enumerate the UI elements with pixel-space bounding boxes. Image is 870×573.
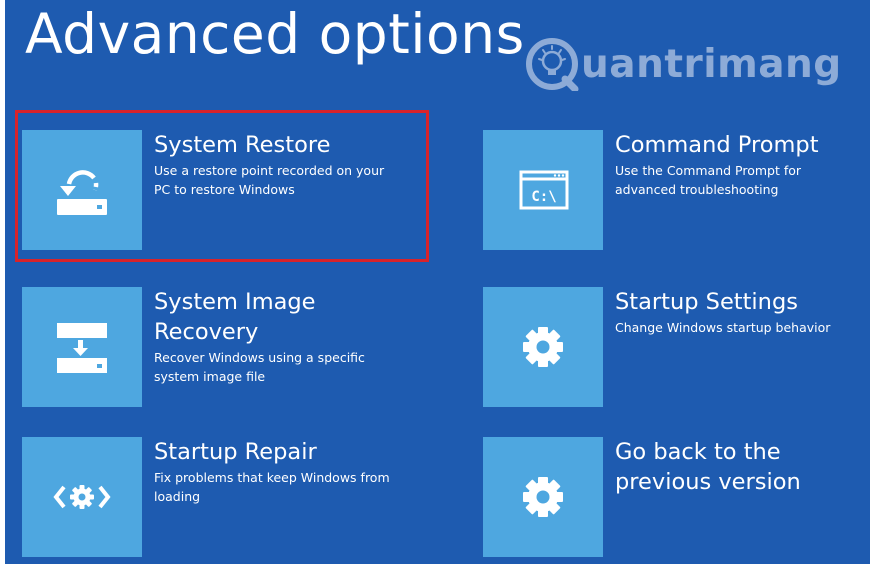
advanced-options-screen: Advanced options uantrimang System Resto…	[5, 0, 870, 564]
option-tile	[22, 437, 142, 557]
option-go-back-previous-version[interactable]: Go back to the previous version	[483, 437, 863, 559]
option-command-prompt[interactable]: C:\ Command Prompt Use the Command Promp…	[483, 130, 863, 252]
startup-repair-icon	[53, 485, 111, 509]
page-title: Advanced options	[25, 2, 525, 66]
option-text: System Restore Use a restore point recor…	[154, 130, 384, 199]
option-tile: C:\	[483, 130, 603, 250]
option-tile	[483, 287, 603, 407]
option-description-line: Use the Command Prompt for	[615, 163, 802, 178]
option-tile	[483, 437, 603, 557]
option-description-line: advanced troubleshooting	[615, 182, 779, 197]
option-description: Fix problems that keep Windows from load…	[154, 468, 390, 506]
option-description: Recover Windows using a specific system …	[154, 348, 365, 386]
option-description-line: system image file	[154, 369, 266, 384]
option-description-line: Recover Windows using a specific	[154, 350, 365, 365]
option-system-image-recovery[interactable]: System Image Recovery Recover Windows us…	[22, 287, 427, 409]
system-image-recovery-icon	[57, 323, 107, 373]
option-title: System Image Recovery	[154, 287, 365, 347]
option-title: Go back to the previous version	[615, 437, 801, 497]
option-description: Use a restore point recorded on your PC …	[154, 161, 384, 199]
option-text: System Image Recovery Recover Windows us…	[154, 287, 365, 386]
option-tile	[22, 287, 142, 407]
option-description-line: Change Windows startup behavior	[615, 320, 831, 335]
option-description-line: PC to restore Windows	[154, 182, 295, 197]
option-title: Startup Repair	[154, 439, 317, 465]
option-title-line: previous version	[615, 469, 801, 495]
option-description: Change Windows startup behavior	[615, 318, 830, 337]
option-system-restore[interactable]: System Restore Use a restore point recor…	[22, 130, 427, 252]
option-title-line: System Image	[154, 289, 316, 315]
option-text: Go back to the previous version	[615, 437, 801, 497]
option-startup-settings[interactable]: Startup Settings Change Windows startup …	[483, 287, 868, 409]
option-description-line: Use a restore point recorded on your	[154, 163, 385, 178]
watermark-text: uantrimang	[581, 41, 842, 87]
gear-icon	[523, 477, 563, 517]
option-description: Use the Command Prompt for advanced trou…	[615, 161, 819, 199]
option-text: Command Prompt Use the Command Prompt fo…	[615, 130, 819, 199]
option-text: Startup Repair Fix problems that keep Wi…	[154, 437, 390, 506]
option-description-line: loading	[154, 489, 201, 504]
option-title: Startup Settings	[615, 289, 798, 315]
lightbulb-q-icon	[526, 38, 579, 91]
option-title-line: Go back to the	[615, 439, 781, 465]
option-text: Startup Settings Change Windows startup …	[615, 287, 830, 337]
option-description-line: Fix problems that keep Windows from	[154, 470, 390, 485]
gear-icon	[523, 327, 563, 367]
option-title-line: Recovery	[154, 319, 259, 345]
option-startup-repair[interactable]: Startup Repair Fix problems that keep Wi…	[22, 437, 427, 559]
option-tile	[22, 130, 142, 250]
watermark-logo: uantrimang	[525, 36, 842, 92]
option-title: System Restore	[154, 132, 331, 158]
command-prompt-icon: C:\	[519, 170, 569, 210]
command-prompt-icon-text: C:\	[531, 189, 556, 205]
system-restore-icon	[57, 170, 107, 215]
option-title: Command Prompt	[615, 132, 819, 158]
